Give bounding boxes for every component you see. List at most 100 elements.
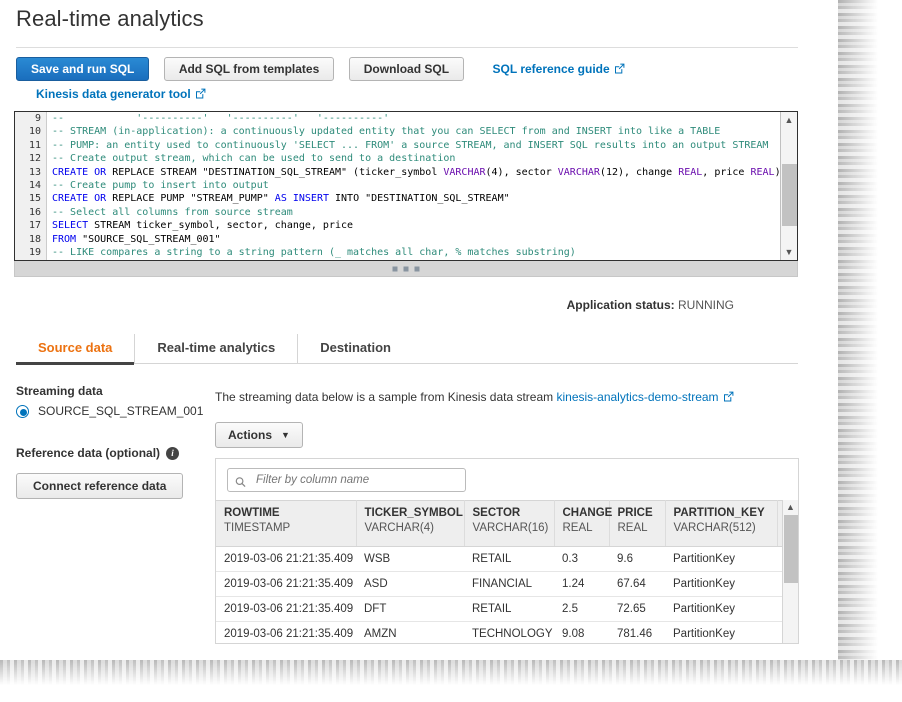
code-line: FROM "SOURCE_SQL_STREAM_001" — [48, 233, 779, 246]
column-type: VARCHAR(16) — [473, 522, 546, 534]
editor-code-area[interactable]: -- '----------' '----------' '----------… — [48, 112, 779, 260]
column-type: VARCHAR(512) — [674, 522, 769, 534]
external-link-icon — [614, 63, 625, 77]
column-type: VARCHAR(4) — [365, 522, 456, 534]
code-line: -- SIMILAR TO compares string to a regex… — [48, 259, 779, 260]
chevron-down-icon: ▼ — [281, 431, 290, 440]
actions-dropdown-button[interactable]: Actions ▼ — [215, 422, 303, 448]
table-scroll-up-arrow[interactable]: ▲ — [783, 500, 798, 515]
sample-note-text: The streaming data below is a sample fro… — [215, 390, 556, 404]
table-scrollbar-thumb[interactable] — [784, 515, 798, 583]
column-header-price[interactable]: PRICE REAL — [609, 501, 665, 547]
reference-data-row: Reference data (optional) i — [16, 446, 206, 460]
tab-real-time-analytics[interactable]: Real-time analytics — [134, 334, 297, 364]
sample-note: The streaming data below is a sample fro… — [215, 390, 799, 405]
reference-data-label: Reference data (optional) — [16, 446, 160, 460]
editor-scroll-down-arrow[interactable]: ▼ — [781, 244, 797, 260]
column-header-rowtime[interactable]: ROWTIME TIMESTAMP — [216, 501, 356, 547]
torn-edge-bottom — [0, 660, 902, 702]
editor-vertical-scrollbar[interactable]: ▲ ▼ — [780, 112, 797, 260]
code-line: -- LIKE compares a string to a string pa… — [48, 246, 779, 259]
code-line: -- STREAM (in-application): a continuous… — [48, 125, 779, 138]
table-cell-price: 72.65 — [609, 597, 665, 622]
sql-reference-guide-label: SQL reference guide — [493, 62, 610, 76]
line-number: 11 — [15, 139, 46, 152]
sql-editor[interactable]: 9101112131415161718192021 -- '----------… — [14, 111, 798, 261]
sql-toolbar: Save and run SQL Add SQL from templates … — [16, 57, 625, 81]
table-cell-rowtime: 2019-03-06 21:21:35.409 — [216, 622, 356, 645]
column-type: REAL — [618, 522, 657, 534]
code-line: -- Create pump to insert into output — [48, 179, 779, 192]
table-vertical-scrollbar[interactable]: ▲ — [782, 500, 798, 644]
line-number: 19 — [15, 246, 46, 259]
save-and-run-sql-button[interactable]: Save and run SQL — [16, 57, 149, 81]
table-cell-partition-key: PartitionKey — [665, 622, 777, 645]
table-cell-ticker: DFT — [356, 597, 464, 622]
table-cell-ticker: AMZN — [356, 622, 464, 645]
table-body: 2019-03-06 21:21:35.409WSBRETAIL0.39.6Pa… — [216, 547, 798, 645]
line-number: 17 — [15, 219, 46, 232]
column-name: PRICE — [618, 507, 657, 519]
stream-radio-row[interactable]: SOURCE_SQL_STREAM_001 — [16, 404, 206, 418]
table-row[interactable]: 2019-03-06 21:21:35.409WSBRETAIL0.39.6Pa… — [216, 547, 798, 572]
column-header-partition-key[interactable]: PARTITION_KEY VARCHAR(512) — [665, 501, 777, 547]
filter-input-wrapper[interactable] — [227, 468, 466, 492]
table-cell-rowtime: 2019-03-06 21:21:35.409 — [216, 572, 356, 597]
tab-source-data[interactable]: Source data — [16, 334, 134, 364]
streaming-data-label: Streaming data — [16, 384, 206, 398]
connect-reference-data-button[interactable]: Connect reference data — [16, 473, 183, 499]
sql-reference-guide-link[interactable]: SQL reference guide — [493, 62, 625, 76]
application-status: Application status: RUNNING — [567, 298, 734, 312]
source-data-main: The streaming data below is a sample fro… — [215, 390, 799, 448]
table-row[interactable]: 2019-03-06 21:21:35.409DFTRETAIL2.572.65… — [216, 597, 798, 622]
column-type: TIMESTAMP — [224, 522, 348, 534]
line-number: 16 — [15, 206, 46, 219]
table-cell-ticker: ASD — [356, 572, 464, 597]
column-name: ROWTIME — [224, 507, 348, 519]
table-cell-rowtime: 2019-03-06 21:21:35.409 — [216, 597, 356, 622]
line-number: 12 — [15, 152, 46, 165]
table-row[interactable]: 2019-03-06 21:21:35.409ASDFINANCIAL1.246… — [216, 572, 798, 597]
torn-edge-right — [838, 0, 902, 660]
table-cell-sector: RETAIL — [464, 597, 554, 622]
actions-label: Actions — [228, 423, 272, 447]
kinesis-data-generator-tool-link[interactable]: Kinesis data generator tool — [36, 87, 206, 101]
table-cell-partition-key: PartitionKey — [665, 597, 777, 622]
code-line: -- Create output stream, which can be us… — [48, 152, 779, 165]
table-cell-partition-key: PartitionKey — [665, 547, 777, 572]
stream-radio-label: SOURCE_SQL_STREAM_001 — [38, 404, 203, 418]
table-filter-bar — [216, 459, 798, 500]
tab-destination[interactable]: Destination — [297, 334, 413, 364]
column-header-ticker-symbol[interactable]: TICKER_SYMBOL VARCHAR(4) — [356, 501, 464, 547]
code-line: CREATE OR REPLACE PUMP "STREAM_PUMP" AS … — [48, 192, 779, 205]
code-line: CREATE OR REPLACE STREAM "DESTINATION_SQ… — [48, 166, 779, 179]
stream-radio-button[interactable] — [16, 405, 29, 418]
editor-scroll-up-arrow[interactable]: ▲ — [781, 112, 797, 128]
column-name: SECTOR — [473, 507, 546, 519]
table-cell-change: 0.3 — [554, 547, 609, 572]
table-cell-ticker: WSB — [356, 547, 464, 572]
editor-scrollbar-thumb[interactable] — [782, 164, 797, 226]
download-sql-button[interactable]: Download SQL — [349, 57, 464, 81]
info-icon[interactable]: i — [166, 447, 179, 460]
title-divider — [16, 47, 798, 48]
filter-by-column-name-input[interactable] — [254, 469, 465, 491]
table-row[interactable]: 2019-03-06 21:21:35.409AMZNTECHNOLOGY9.0… — [216, 622, 798, 645]
column-name: CHANGE — [563, 507, 601, 519]
table-cell-sector: TECHNOLOGY — [464, 622, 554, 645]
column-type: REAL — [563, 522, 601, 534]
editor-resize-handle[interactable] — [14, 261, 798, 277]
source-data-table: ROWTIME TIMESTAMP TICKER_SYMBOL VARCHAR(… — [216, 500, 798, 644]
kinesis-demo-stream-link[interactable]: kinesis-analytics-demo-stream — [556, 390, 718, 404]
code-line: SELECT STREAM ticker_symbol, sector, cha… — [48, 219, 779, 232]
code-line: -- Select all columns from source stream — [48, 206, 779, 219]
table-header-row: ROWTIME TIMESTAMP TICKER_SYMBOL VARCHAR(… — [216, 501, 798, 547]
source-data-table-card: ROWTIME TIMESTAMP TICKER_SYMBOL VARCHAR(… — [215, 458, 799, 644]
line-number: 13 — [15, 166, 46, 179]
search-icon — [235, 474, 246, 485]
add-sql-from-templates-button[interactable]: Add SQL from templates — [164, 57, 334, 81]
table-cell-partition-key: PartitionKey — [665, 572, 777, 597]
column-header-change[interactable]: CHANGE REAL — [554, 501, 609, 547]
line-number: 9 — [15, 112, 46, 125]
column-header-sector[interactable]: SECTOR VARCHAR(16) — [464, 501, 554, 547]
